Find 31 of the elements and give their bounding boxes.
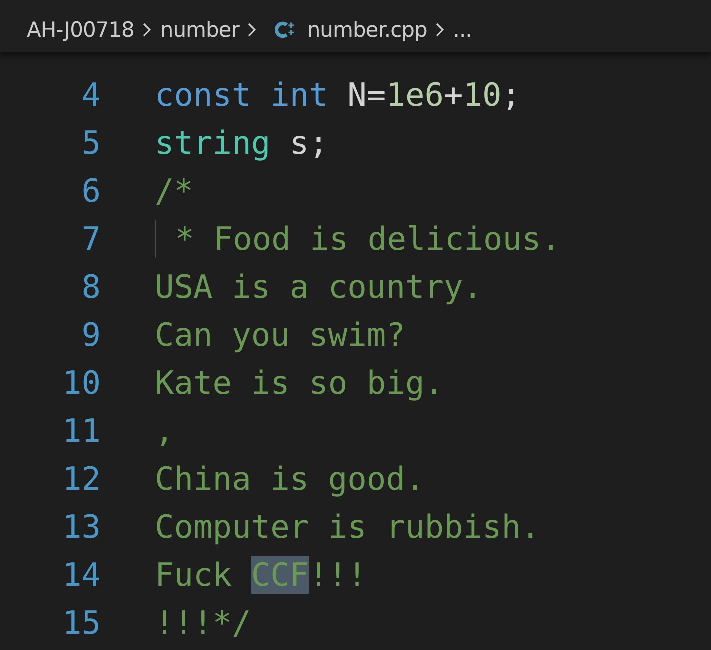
line-number: 4 xyxy=(80,76,101,114)
line-number: 6 xyxy=(80,172,101,210)
code-line: Fuck CCF!!! xyxy=(155,556,367,594)
code-line: , xyxy=(155,412,174,450)
code-line: Can you swim? xyxy=(155,316,406,354)
more-crumb[interactable]: ... xyxy=(453,18,472,42)
line-number: 9 xyxy=(80,316,101,354)
code-line: Kate is so big. xyxy=(155,364,444,402)
chevron-icon xyxy=(142,22,152,38)
chevron-icon xyxy=(247,22,258,38)
code-line: * Food is delicious. xyxy=(155,220,561,258)
code-line: !!!*/ xyxy=(155,604,252,642)
code-line: China is good. xyxy=(155,460,425,498)
code-line: /* xyxy=(155,172,194,210)
breadcrumb-item[interactable]: AH-J00718 xyxy=(27,18,134,42)
code-line: string s; xyxy=(155,124,328,162)
line-number: 15 xyxy=(61,604,101,642)
code-line: Computer is rubbish. xyxy=(155,508,540,546)
line-number: 12 xyxy=(61,460,101,498)
breadcrumb-item[interactable]: number.cpp xyxy=(307,18,428,42)
code-line: USA is a country. xyxy=(155,268,483,306)
chevron-icon xyxy=(435,22,446,38)
line-number: 11 xyxy=(61,412,101,450)
breadcrumb-item[interactable]: number xyxy=(160,18,240,42)
line-number: 5 xyxy=(80,124,101,162)
code-line: const int N=1e6+10; xyxy=(155,76,522,114)
line-number: 14 xyxy=(61,556,101,594)
line-number: 8 xyxy=(80,268,101,306)
line-number: 7 xyxy=(80,220,101,258)
line-number: 10 xyxy=(61,364,101,402)
line-number: 13 xyxy=(61,508,101,546)
